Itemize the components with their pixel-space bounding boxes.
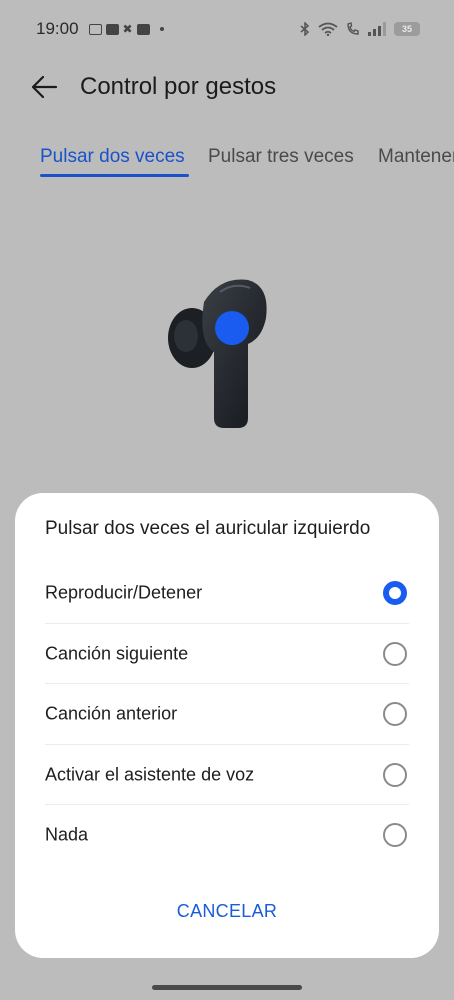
option-label: Activar el asistente de voz — [45, 764, 255, 785]
radio-unselected[interactable] — [383, 823, 407, 847]
radio-unselected[interactable] — [383, 702, 407, 726]
cancel-button[interactable]: CANCELAR — [15, 891, 439, 931]
option-play-pause[interactable]: Reproducir/Detener — [45, 563, 409, 623]
youtube-icon — [105, 23, 119, 35]
option-label: Canción siguiente — [45, 643, 189, 664]
radio-unselected[interactable] — [383, 763, 407, 787]
app-header: Control por gestos — [0, 60, 454, 116]
earbud-icon — [160, 272, 280, 434]
gesture-tabs: Pulsar dos veces Pulsar tres veces Mante… — [0, 140, 454, 180]
status-bar: 19:00 ✖ 35 — [0, 0, 454, 58]
gesture-options-dialog: Pulsar dos veces el auricular izquierdo … — [15, 493, 439, 958]
signal-icon — [368, 22, 386, 36]
tab-hold[interactable]: Mantener — [378, 146, 454, 168]
notification-icons: ✖ — [88, 22, 164, 36]
more-notifications-dot — [159, 27, 164, 31]
option-label: Reproducir/Detener — [45, 582, 203, 603]
capcut-icon: ✖ — [122, 22, 133, 36]
option-previous-song[interactable]: Canción anterior — [45, 684, 409, 744]
tab-triple-tap[interactable]: Pulsar tres veces — [208, 146, 354, 168]
radio-selected[interactable] — [383, 581, 407, 605]
option-next-song[interactable]: Canción siguiente — [45, 624, 409, 684]
home-indicator[interactable] — [152, 985, 302, 990]
option-label: Canción anterior — [45, 703, 178, 724]
youtube-icon — [136, 23, 150, 35]
wifi-icon — [318, 22, 338, 36]
battery-icon: 35 — [394, 22, 420, 36]
calendar-notification-icon — [88, 23, 102, 35]
status-time: 19:00 — [36, 19, 79, 38]
radio-unselected[interactable] — [383, 642, 407, 666]
arrow-left-icon — [31, 75, 58, 99]
back-button[interactable] — [28, 70, 62, 104]
dialog-title: Pulsar dos veces el auricular izquierdo — [45, 518, 371, 539]
option-none[interactable]: Nada — [45, 805, 409, 865]
tab-double-tap[interactable]: Pulsar dos veces — [40, 146, 185, 168]
option-label: Nada — [45, 824, 89, 845]
system-icons: 35 — [300, 22, 420, 36]
option-voice-assistant[interactable]: Activar el asistente de voz — [45, 745, 409, 805]
active-tab-indicator — [40, 174, 189, 177]
wifi-calling-icon — [347, 22, 359, 35]
bluetooth-icon — [300, 22, 310, 36]
page-title: Control por gestos — [80, 73, 277, 100]
